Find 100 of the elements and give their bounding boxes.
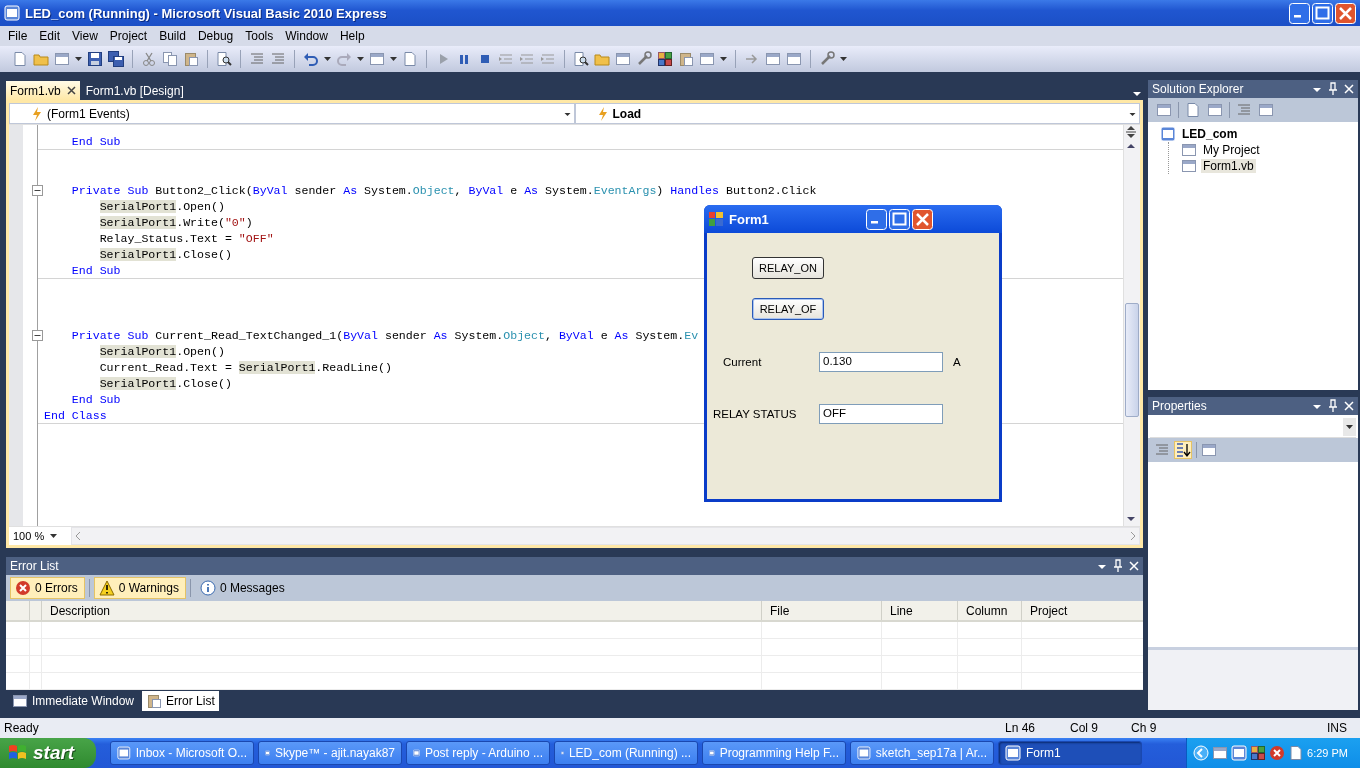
caret-icon[interactable] bbox=[840, 57, 847, 61]
filter-button[interactable]: 0 Errors bbox=[10, 577, 85, 599]
menu-item[interactable]: Tools bbox=[239, 27, 280, 45]
save-icon[interactable] bbox=[87, 51, 103, 67]
filter-button[interactable]: 0 Messages bbox=[194, 577, 292, 599]
designer-icon[interactable] bbox=[1258, 102, 1274, 118]
network-icon[interactable] bbox=[1212, 745, 1228, 761]
taskbar-item[interactable]: Form1 bbox=[998, 741, 1142, 765]
line-number: Ln 46 bbox=[1005, 721, 1036, 735]
tree-item[interactable]: My Project bbox=[1201, 143, 1262, 157]
copy-icon[interactable] bbox=[162, 51, 178, 67]
code-line: SerialPort1.Close() bbox=[98, 376, 232, 390]
tree-item[interactable]: Form1.vb bbox=[1201, 159, 1256, 173]
text-field[interactable]: 0.130 bbox=[819, 352, 943, 372]
paste-icon[interactable] bbox=[183, 51, 199, 67]
close-button[interactable] bbox=[1335, 2, 1356, 24]
scissors-icon[interactable] bbox=[141, 51, 157, 67]
scroll-thumb[interactable] bbox=[1125, 303, 1139, 417]
close-icon[interactable] bbox=[1344, 82, 1354, 96]
blocks-icon[interactable] bbox=[657, 51, 673, 67]
minimize-button[interactable] bbox=[1289, 2, 1310, 24]
undo-icon[interactable] bbox=[303, 51, 319, 67]
wrench-icon[interactable] bbox=[819, 51, 835, 67]
menu-item[interactable]: Build bbox=[153, 27, 192, 45]
pin-icon[interactable] bbox=[1328, 399, 1338, 413]
maximize-button[interactable] bbox=[889, 208, 910, 230]
relay-button[interactable]: RELAY_ON bbox=[752, 257, 824, 279]
menu-item[interactable]: Window bbox=[279, 27, 334, 45]
member-dropdown[interactable]: Load bbox=[574, 103, 1140, 124]
menu-item[interactable]: View bbox=[66, 27, 104, 45]
zoom-dropdown[interactable]: 100 % bbox=[9, 530, 71, 542]
paste-icon[interactable] bbox=[678, 51, 694, 67]
horizontal-scrollbar[interactable] bbox=[71, 527, 1140, 545]
caret-icon[interactable] bbox=[324, 57, 331, 61]
refresh-icon[interactable] bbox=[1207, 102, 1223, 118]
close-icon[interactable] bbox=[1129, 559, 1139, 573]
panel-title: Solution Explorer bbox=[1152, 82, 1245, 96]
split-icon[interactable] bbox=[1124, 125, 1138, 139]
panel-tab[interactable]: Immediate Window bbox=[8, 691, 139, 711]
menu-item[interactable]: Help bbox=[333, 27, 371, 45]
collapse-icon[interactable] bbox=[32, 184, 43, 196]
minimize-button[interactable] bbox=[866, 208, 887, 230]
window-icon[interactable] bbox=[765, 51, 781, 67]
pin-icon[interactable] bbox=[1328, 82, 1338, 96]
app-icon bbox=[4, 5, 20, 21]
document-icon[interactable] bbox=[12, 51, 28, 67]
tray-icon[interactable] bbox=[1250, 745, 1266, 761]
property-pages-icon[interactable] bbox=[1201, 442, 1217, 458]
caret-icon bbox=[1346, 425, 1353, 429]
caret-icon[interactable] bbox=[50, 534, 58, 538]
find-icon[interactable] bbox=[216, 51, 232, 67]
pin-icon[interactable] bbox=[1113, 559, 1123, 573]
app-icon bbox=[117, 745, 131, 761]
save-all-icon[interactable] bbox=[108, 51, 124, 67]
properties-icon[interactable] bbox=[1185, 102, 1201, 118]
menu-item[interactable]: Debug bbox=[191, 27, 240, 45]
window-icon[interactable] bbox=[369, 51, 385, 67]
close-icon[interactable] bbox=[1344, 399, 1354, 413]
lightning-icon bbox=[32, 106, 42, 121]
code-line: SerialPort1.Open() bbox=[98, 344, 225, 358]
caret-icon[interactable] bbox=[720, 57, 727, 61]
close-icon[interactable] bbox=[66, 86, 76, 95]
start-button[interactable]: start bbox=[0, 738, 96, 768]
close-button[interactable] bbox=[912, 208, 933, 230]
caret-icon[interactable] bbox=[390, 57, 397, 61]
column-header[interactable]: Description bbox=[42, 603, 762, 618]
window-icon[interactable] bbox=[786, 51, 802, 67]
menu-item[interactable]: File bbox=[2, 27, 34, 45]
chevron-icon[interactable] bbox=[1193, 745, 1209, 761]
menu-item[interactable]: Edit bbox=[33, 27, 67, 45]
document-tab[interactable]: Form1.vb bbox=[6, 81, 80, 100]
column-header[interactable]: Line bbox=[882, 603, 958, 618]
tray-icon[interactable] bbox=[1288, 745, 1304, 761]
menu-item[interactable]: Project bbox=[103, 27, 154, 45]
caret-icon[interactable] bbox=[75, 57, 82, 61]
window-icon[interactable] bbox=[615, 51, 631, 67]
window-icon[interactable] bbox=[699, 51, 715, 67]
relay-button[interactable]: RELAY_OF bbox=[752, 298, 824, 320]
wrench-icon[interactable] bbox=[636, 51, 652, 67]
find-icon[interactable] bbox=[573, 51, 589, 67]
tray-icon[interactable] bbox=[1231, 745, 1247, 761]
collapse-icon[interactable] bbox=[32, 329, 43, 341]
sort-icon[interactable] bbox=[1175, 442, 1191, 458]
maximize-button[interactable] bbox=[1312, 2, 1333, 24]
text-field[interactable]: OFF bbox=[819, 404, 943, 424]
tree-item[interactable]: LED_com bbox=[1180, 127, 1240, 141]
column-header[interactable]: Column bbox=[958, 603, 1022, 618]
panel-tab[interactable]: Error List bbox=[142, 691, 219, 711]
document-tab[interactable]: Form1.vb [Design] bbox=[81, 81, 188, 100]
filter-button[interactable]: 0 Warnings bbox=[93, 577, 186, 599]
window-icon[interactable] bbox=[54, 51, 70, 67]
scrollbar[interactable] bbox=[1123, 125, 1140, 526]
tray-icon[interactable] bbox=[1269, 745, 1285, 761]
caret-icon[interactable] bbox=[357, 57, 364, 61]
show-files-icon[interactable] bbox=[1156, 102, 1172, 118]
window-icon bbox=[12, 693, 28, 709]
document-icon[interactable] bbox=[402, 51, 418, 67]
column-header[interactable]: File bbox=[762, 603, 882, 618]
column-header[interactable]: Project bbox=[1022, 603, 1143, 618]
object-dropdown[interactable]: (Form1 Events) bbox=[9, 103, 575, 124]
